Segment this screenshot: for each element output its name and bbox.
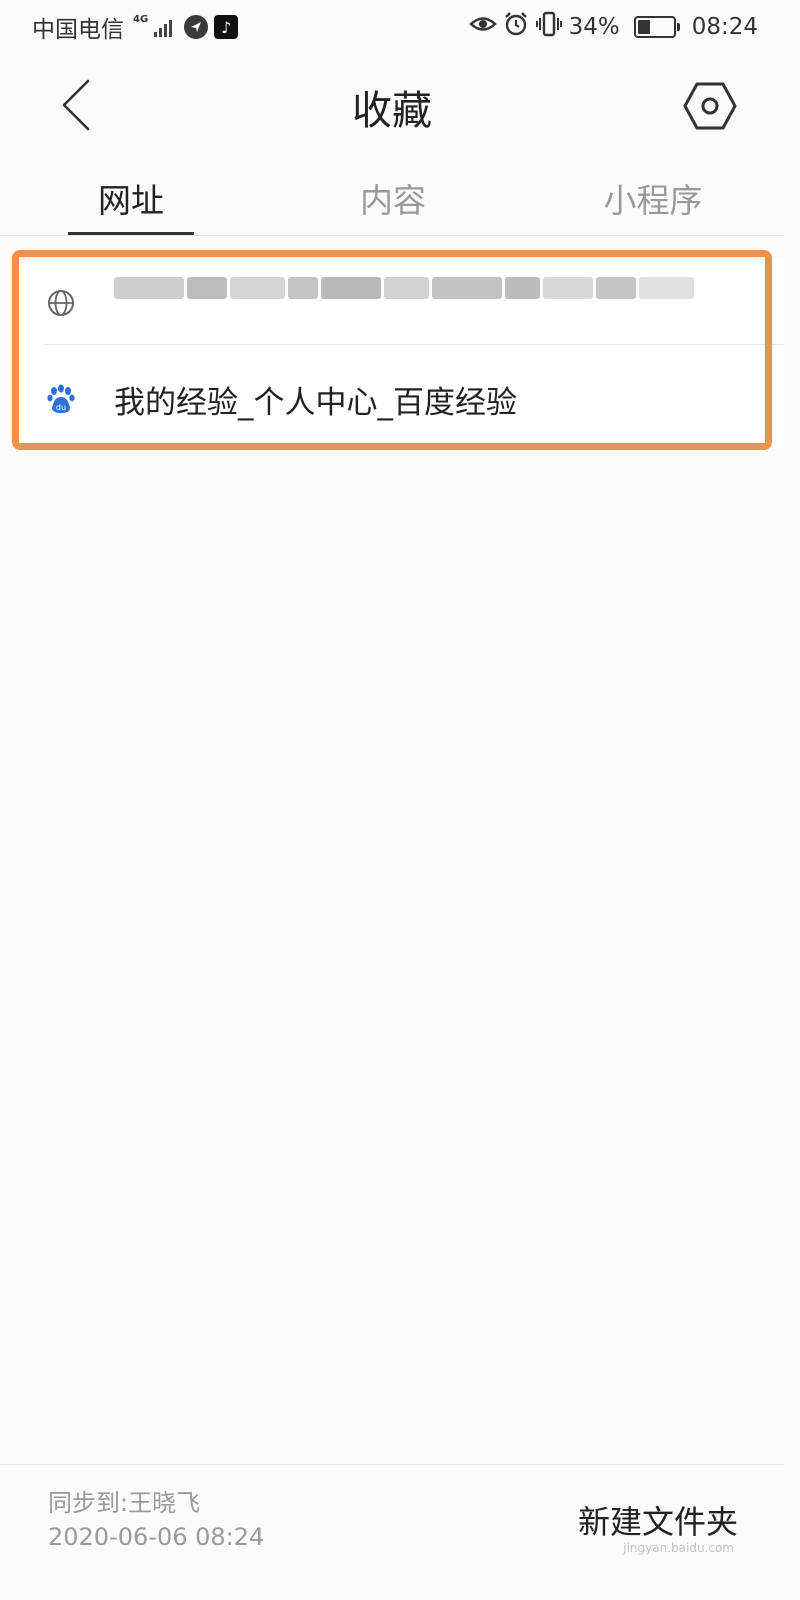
eye-comfort-icon xyxy=(468,13,497,41)
page-title: 收藏 xyxy=(352,88,432,134)
tab-bar: 网址 内容 小程序 xyxy=(0,160,784,236)
network-type: 4G xyxy=(133,14,149,25)
hexagon-settings-icon xyxy=(682,82,738,136)
vibrate-icon xyxy=(535,11,563,43)
battery-icon xyxy=(633,16,680,38)
svg-text:du: du xyxy=(56,403,66,412)
tiktok-notification-icon: ♪ xyxy=(214,15,239,39)
app-header: 收藏 xyxy=(0,54,784,154)
tab-urls[interactable]: 网址 xyxy=(96,174,166,222)
sync-timestamp: 2020-06-06 08:24 xyxy=(48,1523,265,1551)
tab-mini-programs[interactable]: 小程序 xyxy=(598,174,708,222)
favorites-page: 中国电信 4G ♪ 34% 08:24 收藏 网址 内容 小程序 du 我的经验… xyxy=(0,0,784,1568)
bookmark-item[interactable]: du 我的经验_个人中心_百度经验 xyxy=(22,354,784,444)
active-tab-indicator xyxy=(68,232,194,235)
list-divider xyxy=(44,344,784,345)
carrier-label: 中国电信 xyxy=(32,17,124,43)
globe-icon xyxy=(46,258,76,348)
baidu-paw-icon: du xyxy=(46,354,76,444)
settings-button[interactable] xyxy=(682,80,738,132)
sync-account-label: 同步到:王晓飞 xyxy=(48,1489,201,1517)
status-bar: 中国电信 4G ♪ 34% 08:24 xyxy=(0,0,784,54)
battery-level xyxy=(637,20,650,34)
bookmark-title: 我的经验_个人中心_百度经验 xyxy=(114,384,517,421)
browser-notification-icon xyxy=(184,15,209,39)
bookmark-item[interactable] xyxy=(22,258,784,348)
tab-content[interactable]: 内容 xyxy=(356,174,430,222)
status-right: 34% 08:24 xyxy=(468,11,758,43)
watermark: jingyan.baidu.com xyxy=(623,1541,734,1555)
alarm-icon xyxy=(503,11,529,43)
signal-icon xyxy=(154,17,173,37)
clock: 08:24 xyxy=(691,14,758,40)
battery-percent: 34% xyxy=(568,14,620,40)
new-folder-button[interactable]: 新建文件夹 xyxy=(578,1497,738,1543)
blurred-url xyxy=(114,270,734,306)
footer-bar: 同步到:王晓飞 2020-06-06 08:24 新建文件夹 jingyan.b… xyxy=(0,1464,784,1568)
bookmark-list: du 我的经验_个人中心_百度经验 xyxy=(22,258,784,448)
status-left: 中国电信 4G ♪ xyxy=(32,10,239,44)
